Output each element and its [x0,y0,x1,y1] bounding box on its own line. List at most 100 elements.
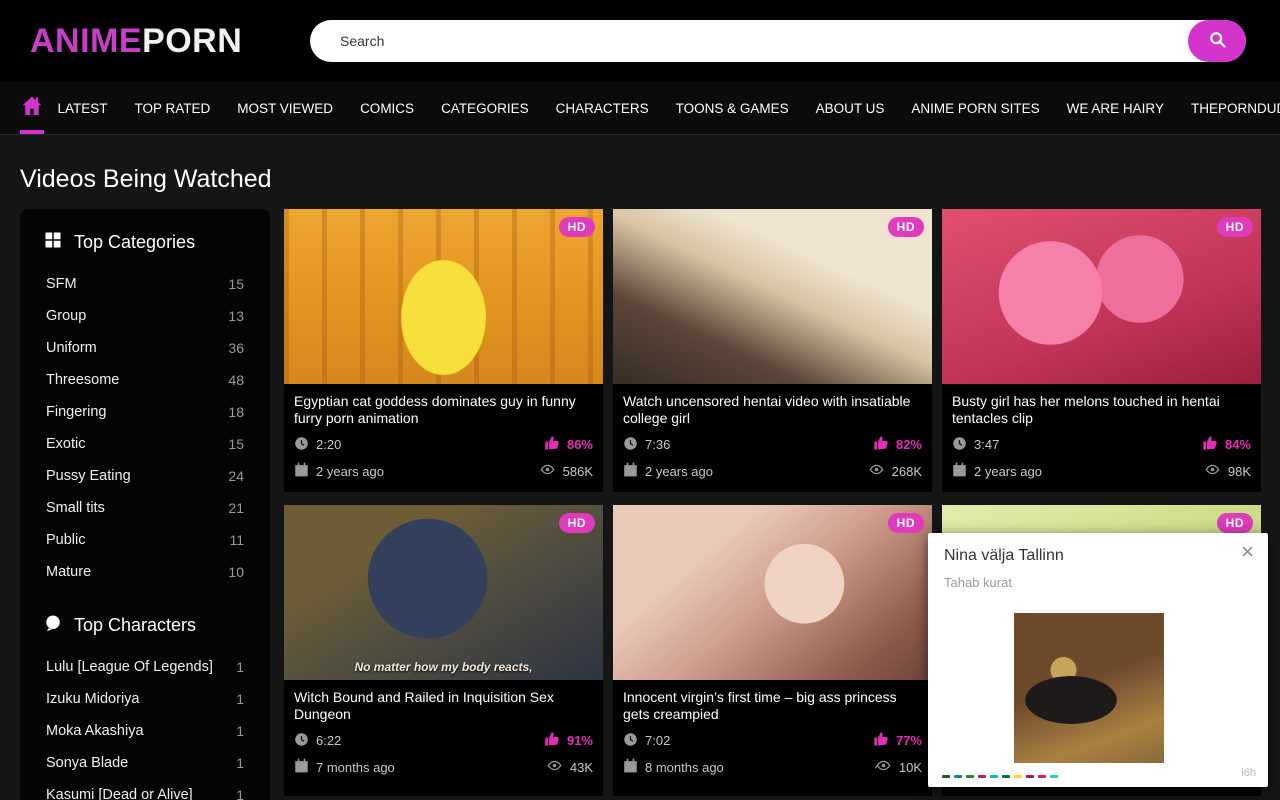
search-input[interactable] [310,33,1188,49]
page: ANIMEPORN LATEST TOP RATED MOST VIEWED C… [0,0,1280,800]
nav-item-anime-porn-sites[interactable]: ANIME PORN SITES [898,82,1053,134]
ad-dash [966,775,974,778]
character-item-kasumi[interactable]: Kasumi [Dead or Alive]1 [34,779,256,800]
search-button[interactable] [1188,20,1246,62]
video-meta-row: 7 months ago 43K [294,758,593,776]
search-icon [1207,29,1228,53]
category-item-public[interactable]: Public11 [34,524,256,556]
nav-item-toons-games[interactable]: TOONS & GAMES [662,82,802,134]
eye-icon [546,758,563,776]
video-rating: 84% [1225,437,1251,452]
clock-icon [623,732,638,750]
top-categories-heading: Top Categories [34,231,256,254]
nav-item-theporndude[interactable]: THEPORNDUDE [1177,82,1280,134]
nav-item-comics[interactable]: COMICS [347,82,428,134]
video-duration: 6:22 [316,733,341,748]
video-thumbnail[interactable]: HD [613,505,932,680]
calendar-icon [952,462,967,480]
category-label: Pussy Eating [46,468,131,484]
ad-popup-subtitle: Tahab kurat [944,575,1012,590]
category-label: Uniform [46,340,97,356]
eye-icon [868,462,885,480]
ad-dash [1038,775,1046,778]
hd-badge: HD [1217,513,1253,533]
nav-home[interactable] [20,82,44,134]
video-title[interactable]: Egyptian cat goddess dominates guy in fu… [294,393,593,427]
nav-item-characters[interactable]: CHARACTERS [542,82,662,134]
video-thumbnail[interactable]: HD [942,209,1261,384]
video-card: HD Watch uncensored hentai video with in… [613,209,932,492]
comment-icon [44,614,62,637]
category-item-sfm[interactable]: SFM 15 [34,268,256,300]
category-item-uniform[interactable]: Uniform 36 [34,332,256,364]
video-rating: 91% [567,733,593,748]
video-thumbnail[interactable]: HD [284,209,603,384]
video-card: HD Innocent virgin’s first time – big as… [613,505,932,796]
ad-dash [1050,775,1058,778]
video-card-body: Witch Bound and Railed in Inquisition Se… [284,680,603,788]
category-label: Threesome [46,372,119,388]
character-item-izuku[interactable]: Izuku Midoriya1 [34,683,256,715]
sidebar: Top Categories SFM 15 Group 13 Uniform 36 T… [20,209,270,800]
nav-item-most-viewed[interactable]: MOST VIEWED [224,82,347,134]
character-count: 1 [236,723,244,739]
category-count: 36 [228,340,244,356]
category-item-small-tits[interactable]: Small tits21 [34,492,256,524]
video-meta-row: 6:22 91% [294,731,593,750]
top-characters-title: Top Characters [74,615,196,636]
video-card: HD No matter how my body reacts, Witch B… [284,505,603,796]
video-views: 10K [899,760,922,775]
nav-item-latest[interactable]: LATEST [44,82,121,134]
category-item-exotic[interactable]: Exotic15 [34,428,256,460]
character-item-moka[interactable]: Moka Akashiya1 [34,715,256,747]
video-thumbnail[interactable]: HD [613,209,932,384]
video-title[interactable]: Witch Bound and Railed in Inquisition Se… [294,689,593,723]
hd-badge: HD [559,513,595,533]
nav-active-indicator [20,130,44,134]
category-item-threesome[interactable]: Threesome 48 [34,364,256,396]
video-title[interactable]: Busty girl has her melons touched in hen… [952,393,1251,427]
eye-icon [539,462,556,480]
category-label: Group [46,308,86,324]
category-label: SFM [46,276,77,292]
video-thumbnail[interactable]: HD No matter how my body reacts, [284,505,603,680]
calendar-icon [294,758,309,776]
ad-dash [990,775,998,778]
thumbs-up-icon [873,435,889,454]
ad-photo-placeholder[interactable] [1014,613,1164,763]
thumbs-up-icon [544,731,560,750]
nav-item-we-are-hairy[interactable]: WE ARE HAIRY [1053,82,1177,134]
video-age: 7 months ago [316,760,395,775]
video-title[interactable]: Innocent virgin’s first time – big ass p… [623,689,922,723]
category-count: 15 [228,276,244,292]
category-count: 10 [228,564,244,580]
category-item-fingering[interactable]: Fingering18 [34,396,256,428]
eye-icon [875,758,892,776]
ad-dash [954,775,962,778]
category-item-group[interactable]: Group 13 [34,300,256,332]
category-count: 21 [228,500,244,516]
character-item-sonya[interactable]: Sonya Blade1 [34,747,256,779]
nav-item-about-us[interactable]: ABOUT US [802,82,898,134]
clock-icon [952,436,967,454]
category-item-mature[interactable]: Mature10 [34,556,256,588]
character-item-lulu[interactable]: Lulu [League Of Legends]1 [34,651,256,683]
ad-popup-title: Nina välja Tallinn [944,547,1064,565]
site-logo[interactable]: ANIMEPORN [30,22,242,61]
clock-icon [623,436,638,454]
category-count: 13 [228,308,244,324]
category-item-pussy-eating[interactable]: Pussy Eating24 [34,460,256,492]
thumbnail-subtitle-text: No matter how my body reacts, [284,660,603,674]
category-count: 48 [228,372,244,388]
top-categories-title: Top Categories [74,232,195,253]
close-icon[interactable]: × [1237,537,1258,567]
video-title[interactable]: Watch uncensored hentai video with insat… [623,393,922,427]
search-bar [310,20,1246,62]
nav-item-top-rated[interactable]: TOP RATED [121,82,224,134]
ad-dash [1014,775,1022,778]
hd-badge: HD [1217,217,1253,237]
character-count: 1 [236,659,244,675]
logo-text-secondary: PORN [142,22,242,60]
video-views: 268K [892,464,922,479]
nav-item-categories[interactable]: CATEGORIES [428,82,543,134]
